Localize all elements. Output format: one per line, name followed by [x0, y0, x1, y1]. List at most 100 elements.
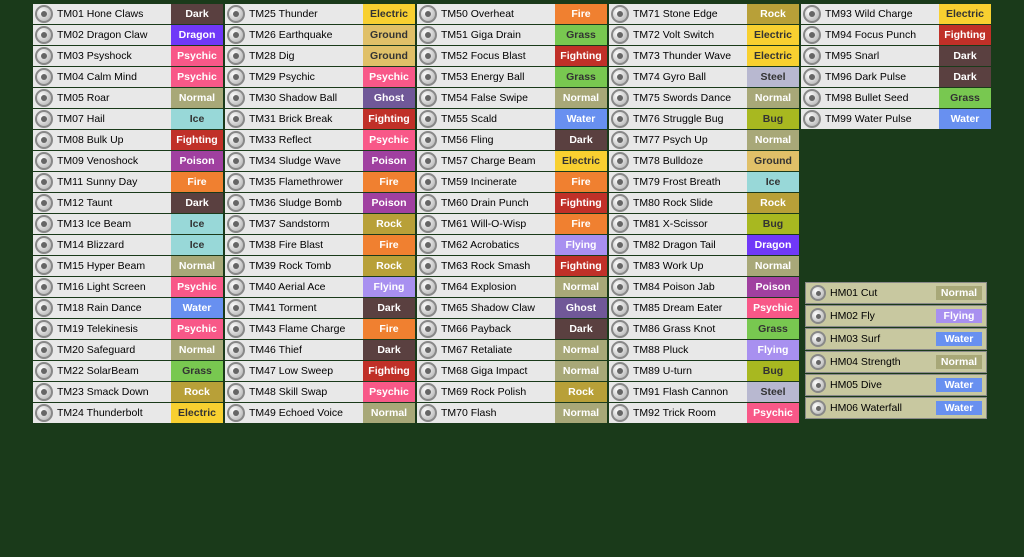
- tm-type-badge: Normal: [747, 256, 799, 276]
- tm-type-badge: Grass: [747, 319, 799, 339]
- tm-type-badge: Steel: [747, 67, 799, 87]
- tm-name: TM65 Shadow Claw: [439, 302, 555, 314]
- tm-row: TM60 Drain PunchFighting: [417, 193, 607, 213]
- hm-type-badge: Normal: [936, 355, 982, 369]
- tm-icon: [803, 47, 821, 65]
- tm-row: TM99 Water PulseWater: [801, 109, 991, 129]
- tm-icon: [419, 215, 437, 233]
- tm-icon: [611, 299, 629, 317]
- tm-icon: [611, 362, 629, 380]
- tm-type-badge: Dark: [363, 298, 415, 318]
- tm-icon: [35, 89, 53, 107]
- tm-row: TM71 Stone EdgeRock: [609, 4, 799, 24]
- tm-row: TM48 Skill SwapPsychic: [225, 382, 415, 402]
- tm-type-badge: Ground: [363, 46, 415, 66]
- tm-name: TM79 Frost Breath: [631, 176, 747, 188]
- tm-type-badge: Grass: [555, 67, 607, 87]
- tm-row: TM62 AcrobaticsFlying: [417, 235, 607, 255]
- tm-icon: [419, 5, 437, 23]
- tm-row: TM12 TauntDark: [33, 193, 223, 213]
- tm-icon: [803, 68, 821, 86]
- tm-type-badge: Dark: [363, 340, 415, 360]
- tm-name: TM76 Struggle Bug: [631, 113, 747, 125]
- tm-name: TM52 Focus Blast: [439, 50, 555, 62]
- tm-type-badge: Normal: [555, 403, 607, 423]
- tm-row: TM43 Flame ChargeFire: [225, 319, 415, 339]
- tm-type-badge: Fighting: [363, 109, 415, 129]
- tm-row: TM22 SolarBeamGrass: [33, 361, 223, 381]
- tm-row: TM25 ThunderElectric: [225, 4, 415, 24]
- tm-name: TM60 Drain Punch: [439, 197, 555, 209]
- tm-row: TM51 Giga DrainGrass: [417, 25, 607, 45]
- column-col2: TM25 ThunderElectricTM26 EarthquakeGroun…: [225, 4, 415, 423]
- tm-type-badge: Dark: [171, 4, 223, 24]
- tm-name: TM15 Hyper Beam: [55, 260, 171, 272]
- tm-type-badge: Dark: [939, 67, 991, 87]
- tm-name: TM05 Roar: [55, 92, 171, 104]
- tm-icon: [35, 173, 53, 191]
- tm-icon: [227, 110, 245, 128]
- tm-icon: [227, 131, 245, 149]
- tm-row: TM01 Hone ClawsDark: [33, 4, 223, 24]
- tm-row: TM75 Swords DanceNormal: [609, 88, 799, 108]
- tm-name: TM89 U-turn: [631, 365, 747, 377]
- tm-type-badge: Psychic: [363, 382, 415, 402]
- tm-name: TM36 Sludge Bomb: [247, 197, 363, 209]
- hm-row: HM03 SurfWater: [805, 328, 987, 350]
- tm-row: TM94 Focus PunchFighting: [801, 25, 991, 45]
- tm-row: TM63 Rock SmashFighting: [417, 256, 607, 276]
- tm-icon: [227, 47, 245, 65]
- tm-name: TM68 Giga Impact: [439, 365, 555, 377]
- tm-name: TM54 False Swipe: [439, 92, 555, 104]
- tm-name: TM69 Rock Polish: [439, 386, 555, 398]
- tm-icon: [227, 5, 245, 23]
- tm-name: TM23 Smack Down: [55, 386, 171, 398]
- tm-row: TM65 Shadow ClawGhost: [417, 298, 607, 318]
- tm-type-badge: Normal: [171, 340, 223, 360]
- hm-icon: [810, 400, 826, 416]
- tm-name: TM71 Stone Edge: [631, 8, 747, 20]
- column-col3: TM50 OverheatFireTM51 Giga DrainGrassTM5…: [417, 4, 607, 423]
- tm-name: TM55 Scald: [439, 113, 555, 125]
- tm-row: TM66 PaybackDark: [417, 319, 607, 339]
- tm-icon: [227, 383, 245, 401]
- tm-type-badge: Normal: [171, 256, 223, 276]
- tm-row: TM30 Shadow BallGhost: [225, 88, 415, 108]
- tm-type-badge: Bug: [747, 361, 799, 381]
- tm-type-badge: Fire: [363, 319, 415, 339]
- tm-name: TM84 Poison Jab: [631, 281, 747, 293]
- tm-row: TM77 Psych UpNormal: [609, 130, 799, 150]
- tm-row: TM92 Trick RoomPsychic: [609, 403, 799, 423]
- tm-icon: [611, 404, 629, 422]
- tm-type-badge: Psychic: [171, 277, 223, 297]
- tm-type-badge: Fighting: [555, 193, 607, 213]
- tm-row: TM61 Will-O-WispFire: [417, 214, 607, 234]
- tm-row: TM28 DigGround: [225, 46, 415, 66]
- tm-row: TM79 Frost BreathIce: [609, 172, 799, 192]
- hm-section: HM01 CutNormalHM02 FlyFlyingHM03 SurfWat…: [801, 278, 991, 423]
- tm-name: TM95 Snarl: [823, 50, 939, 62]
- tm-icon: [611, 236, 629, 254]
- tm-icon: [611, 320, 629, 338]
- tm-row: TM81 X-ScissorBug: [609, 214, 799, 234]
- tm-type-badge: Bug: [747, 109, 799, 129]
- tm-row: TM89 U-turnBug: [609, 361, 799, 381]
- tm-row: TM35 FlamethrowerFire: [225, 172, 415, 192]
- tm-name: TM82 Dragon Tail: [631, 239, 747, 251]
- tm-name: TM46 Thief: [247, 344, 363, 356]
- tm-type-badge: Fighting: [555, 256, 607, 276]
- tm-row: TM14 BlizzardIce: [33, 235, 223, 255]
- tm-name: TM70 Flash: [439, 407, 555, 419]
- hm-row: HM04 StrengthNormal: [805, 351, 987, 373]
- hm-name: HM03 Surf: [830, 333, 932, 345]
- tm-type-badge: Grass: [555, 25, 607, 45]
- tm-name: TM16 Light Screen: [55, 281, 171, 293]
- hm-type-badge: Flying: [936, 309, 982, 323]
- tm-icon: [419, 26, 437, 44]
- tm-icon: [611, 152, 629, 170]
- tm-row: TM69 Rock PolishRock: [417, 382, 607, 402]
- tm-row: TM86 Grass KnotGrass: [609, 319, 799, 339]
- tm-type-badge: Poison: [363, 193, 415, 213]
- tm-name: TM72 Volt Switch: [631, 29, 747, 41]
- hm-row: HM01 CutNormal: [805, 282, 987, 304]
